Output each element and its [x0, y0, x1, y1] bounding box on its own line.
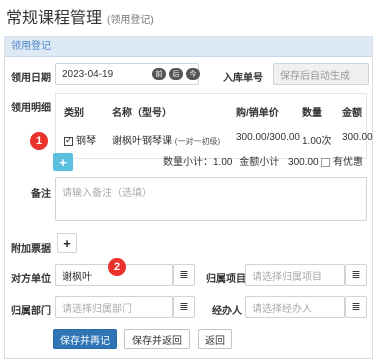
col-amount: 金额 [342, 108, 362, 119]
col-price: 购/销单价 [236, 108, 279, 119]
amount-subtotal-value: 300.00 [288, 157, 319, 168]
row-qty: 1.00次 [302, 136, 332, 147]
project-picker-button[interactable]: ≣ [345, 264, 367, 286]
notes-label: 备注 [31, 189, 51, 200]
project-field[interactable]: 请选择归属项目 [245, 264, 345, 286]
dept-picker-button[interactable]: ≣ [173, 296, 195, 318]
project-placeholder: 请选择归属项目 [252, 271, 322, 283]
page-subtitle: (领用登记) [107, 15, 154, 26]
qty-subtotal-label: 数量小计： [163, 157, 213, 168]
table-row: 钢琴 [64, 132, 96, 147]
detail-table: 类别 名称（型号） 购/销单价 数量 金额 钢琴 谢枫叶钢琴课 (一对一初级) … [55, 93, 373, 159]
attach-label: 附加票据 [11, 244, 51, 255]
plus-icon: + [63, 235, 71, 251]
add-row-button[interactable]: + [53, 153, 73, 171]
stock-no-label: 入库单号 [223, 73, 263, 84]
discount-option[interactable]: 有优惠 [321, 153, 363, 168]
today-button[interactable]: 今 [186, 68, 200, 80]
back-button[interactable]: 返回 [198, 329, 232, 349]
row-model: (一对一初级) [174, 137, 221, 146]
party-picker-button[interactable]: ≣ [173, 264, 195, 286]
project-label: 归属项目 [206, 274, 246, 285]
add-attachment-button[interactable]: + [57, 233, 77, 253]
row-select-checkbox[interactable] [64, 135, 73, 146]
row-amount: 300.00 [342, 132, 373, 143]
list-icon: ≣ [351, 268, 361, 281]
detail-label: 领用明细 [11, 103, 51, 114]
prev-day-button[interactable]: 前 [152, 68, 166, 80]
annotation-badge-1: 1 [30, 132, 48, 150]
save-and-new-button[interactable]: 保存并再记 [53, 329, 117, 349]
dept-placeholder: 请选择归属部门 [62, 303, 132, 315]
notes-placeholder: 请输入备注（选填） [62, 188, 152, 199]
col-name: 名称（型号） [112, 108, 172, 119]
row-price: 300.00/300.00 [236, 132, 300, 143]
page-header: 常规课程管理 (领用登记) [6, 4, 154, 27]
annotation-badge-2: 2 [108, 258, 126, 276]
dept-field[interactable]: 请选择归属部门 [55, 296, 173, 318]
summary-row: 数量小计：1.00 金额小计 300.00 [163, 153, 319, 168]
stock-no-placeholder: 保存后自动生成 [280, 70, 350, 82]
party-label: 对方单位 [11, 274, 51, 285]
handler-placeholder: 请选择经办人 [252, 303, 312, 315]
form-panel: 领用登记 领用日期 2023-04-19 前 后 今 入库单号 保存后自动生成 … [4, 36, 373, 359]
dept-label: 归属部门 [11, 306, 51, 317]
notes-textarea[interactable]: 请输入备注（选填） [55, 177, 367, 221]
discount-label: 有优惠 [333, 157, 363, 168]
list-icon: ≣ [351, 300, 361, 313]
handler-label: 经办人 [212, 306, 242, 317]
discount-checkbox[interactable] [321, 157, 330, 167]
next-day-button[interactable]: 后 [169, 68, 183, 80]
stock-no-field: 保存后自动生成 [273, 63, 369, 85]
amount-subtotal-label: 金额小计 [239, 157, 280, 168]
save-and-return-button[interactable]: 保存并返回 [124, 329, 190, 349]
date-label: 领用日期 [11, 73, 51, 84]
col-category: 类别 [64, 108, 84, 119]
col-qty: 数量 [302, 108, 322, 119]
list-icon: ≣ [179, 268, 189, 281]
plus-icon: + [59, 154, 67, 170]
party-value: 谢枫叶 [62, 271, 92, 283]
handler-picker-button[interactable]: ≣ [345, 296, 367, 318]
row-name: 谢枫叶钢琴课 [112, 136, 172, 147]
row-name-cell: 谢枫叶钢琴课 (一对一初级) [112, 132, 220, 147]
list-icon: ≣ [179, 300, 189, 313]
date-value: 2023-04-19 [62, 68, 114, 80]
panel-title: 领用登记 [5, 37, 372, 57]
qty-subtotal-value: 1.00 [213, 157, 233, 168]
page-title: 常规课程管理 [6, 10, 103, 27]
handler-field[interactable]: 请选择经办人 [245, 296, 345, 318]
row-category: 钢琴 [76, 136, 96, 147]
